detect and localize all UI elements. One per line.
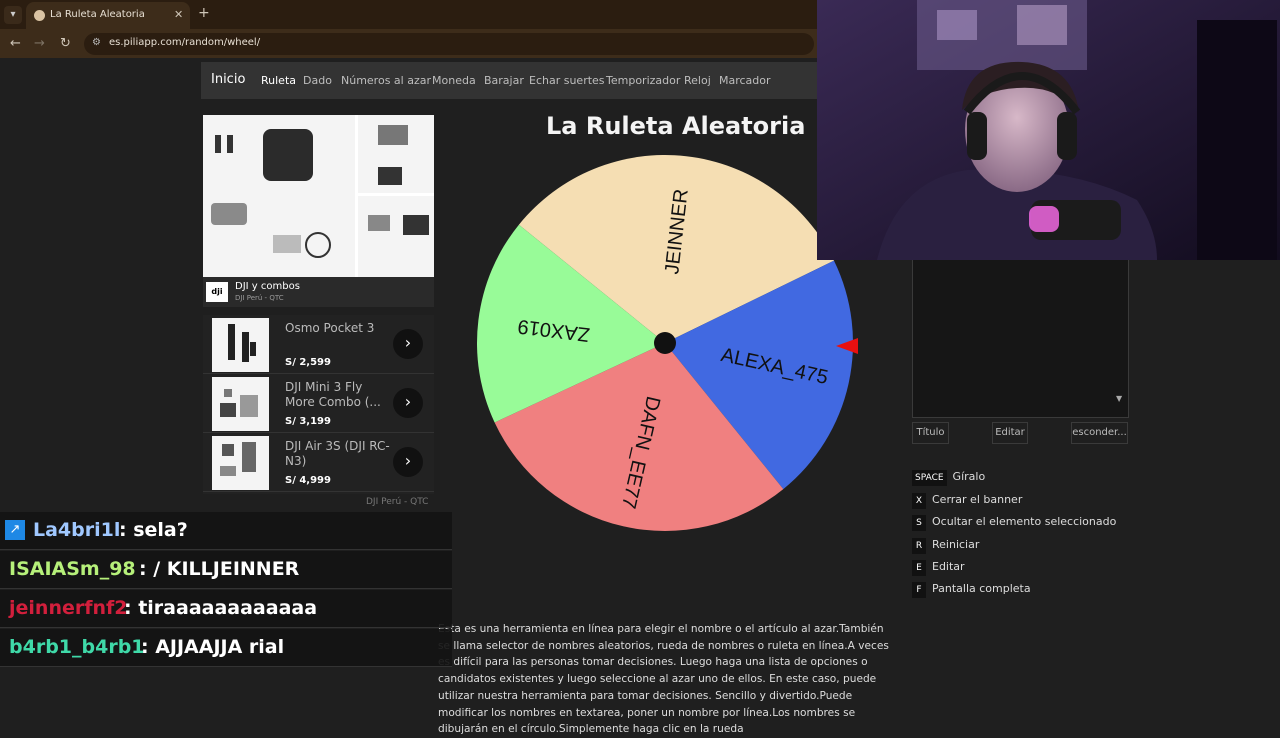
url-field[interactable]: ⚙ es.piliapp.com/random/wheel/ <box>84 33 814 55</box>
ad-product-item[interactable]: DJI Mini 3 Fly More Combo (... S/ 3,199 … <box>203 374 434 433</box>
nav-link-temporizador[interactable]: Temporizador <box>606 74 680 87</box>
badge-icon: ↗ <box>5 520 25 540</box>
shortcut-label: Ocultar el elemento seleccionado <box>932 515 1117 528</box>
ad-brand-row[interactable]: dji DJI y combos DJI Perú - QTC <box>203 277 434 307</box>
nav-link-ruleta[interactable]: Ruleta <box>261 74 296 87</box>
shortcut-reset[interactable]: R Reiniciar <box>912 538 979 556</box>
nav-link-marcador[interactable]: Marcador <box>719 74 771 87</box>
key-badge: S <box>912 515 926 531</box>
key-badge: F <box>912 582 926 598</box>
tab-title: La Ruleta Aleatoria <box>50 9 145 20</box>
chat-text: : AJJAAJJA rial <box>141 636 285 658</box>
product-name: Osmo Pocket 3 <box>285 321 375 335</box>
chat-text: : tiraaaaaaaaaaaa <box>124 597 318 619</box>
edit-button[interactable]: Editar <box>992 422 1028 444</box>
back-icon[interactable]: ← <box>10 36 21 51</box>
chat-text: : / KILLJEINNER <box>139 558 300 580</box>
shortcut-label: Gíralo <box>952 470 986 483</box>
ad-brand-name: DJI y combos <box>235 281 300 292</box>
wheel-pointer-icon <box>836 338 858 354</box>
browser-tab[interactable]: La Ruleta Aleatoria ✕ <box>26 2 190 29</box>
site-info-icon[interactable]: ⚙ <box>92 37 104 49</box>
title-button[interactable]: Título <box>912 422 949 444</box>
shortcut-edit[interactable]: E Editar <box>912 560 965 578</box>
nav-link-reloj[interactable]: Reloj <box>684 74 711 87</box>
chat-username: La4bri1l <box>33 519 121 541</box>
key-badge: R <box>912 538 926 554</box>
chat-text: : sela? <box>119 519 188 541</box>
close-tab-icon[interactable]: ✕ <box>174 8 183 21</box>
key-badge: X <box>912 493 926 509</box>
names-textarea[interactable] <box>912 258 1129 418</box>
nav-link-barajar[interactable]: Barajar <box>484 74 524 87</box>
dji-logo: dji <box>206 282 228 302</box>
shortcut-fullscreen[interactable]: F Pantalla completa <box>912 582 1031 600</box>
product-price: S/ 4,999 <box>285 475 331 486</box>
nav-home-link[interactable]: Inicio <box>211 72 245 87</box>
ad-product-list: Osmo Pocket 3 S/ 2,599 › DJI Mini 3 Fly … <box>203 315 434 494</box>
product-price: S/ 3,199 <box>285 416 331 427</box>
ad-product-item[interactable]: Osmo Pocket 3 S/ 2,599 › <box>203 315 434 374</box>
ad-footer-text: DJI Perú - QTC <box>366 497 429 507</box>
drone-products-image <box>203 115 434 277</box>
roulette-wheel[interactable]: JEINNERALEXA_475DAFN_EE77ZAX019 <box>477 155 853 531</box>
streamer-camera-image <box>817 0 1280 260</box>
product-name: DJI Mini 3 Fly More Combo (... <box>285 380 381 409</box>
product-image <box>212 377 269 431</box>
chat-message: ↗ La4bri1l : sela? <box>0 512 452 550</box>
shortcut-label: Editar <box>932 560 965 573</box>
stream-chat-overlay: ↗ La4bri1l : sela? ISAIASm_98 : / KILLJE… <box>0 512 452 668</box>
product-name: DJI Air 3S (DJI RC-N3) <box>285 439 390 468</box>
shortcut-label: Pantalla completa <box>932 582 1031 595</box>
site-nav: Inicio Ruleta Dado Números al azar Moned… <box>201 62 818 99</box>
shortcut-spin[interactable]: SPACE Gíralo <box>912 470 985 488</box>
nav-link-echar-suertes[interactable]: Echar suertes <box>529 74 605 87</box>
product-image <box>212 436 269 490</box>
url-text: es.piliapp.com/random/wheel/ <box>109 37 261 48</box>
wheel-hub <box>654 332 676 354</box>
webcam-overlay <box>817 0 1280 260</box>
favicon-icon <box>34 10 45 21</box>
product-image <box>212 318 269 372</box>
shortcut-label: Cerrar el banner <box>932 493 1023 506</box>
chevron-right-icon[interactable]: › <box>393 388 423 418</box>
wheel-title: La Ruleta Aleatoria <box>546 112 806 140</box>
ad-brand-subtitle: DJI Perú - QTC <box>235 294 284 302</box>
ad-product-item[interactable]: DJI Air 3S (DJI RC-N3) S/ 4,999 › <box>203 433 434 492</box>
scroll-down-icon[interactable]: ▼ <box>1116 394 1122 403</box>
reload-icon[interactable]: ↻ <box>60 36 71 51</box>
ad-banner-image[interactable] <box>203 115 434 277</box>
chat-username: ISAIASm_98 <box>9 558 136 580</box>
chat-message: ISAIASm_98 : / KILLJEINNER <box>0 551 452 589</box>
chevron-right-icon[interactable]: › <box>393 447 423 477</box>
shortcut-hide-selected[interactable]: S Ocultar el elemento seleccionado <box>912 515 1116 533</box>
shortcut-close-banner[interactable]: X Cerrar el banner <box>912 493 1022 511</box>
nav-link-numeros[interactable]: Números al azar <box>341 74 431 87</box>
nav-link-moneda[interactable]: Moneda <box>432 74 476 87</box>
chat-message: b4rb1_b4rb1 : AJJAAJJA rial <box>0 629 452 667</box>
product-price: S/ 2,599 <box>285 357 331 368</box>
shortcut-label: Reiniciar <box>932 538 980 551</box>
tab-list-button[interactable]: ▾ <box>4 6 22 24</box>
browser-tab-bar: ▾ La Ruleta Aleatoria ✕ + <box>0 0 820 29</box>
hide-button[interactable]: esconder... <box>1071 422 1128 444</box>
address-bar: ← → ↻ ⚙ es.piliapp.com/random/wheel/ <box>0 29 820 58</box>
chat-username: jeinnerfnf2 <box>9 597 128 619</box>
nav-link-dado[interactable]: Dado <box>303 74 332 87</box>
key-badge: SPACE <box>912 470 947 486</box>
description-text: Esta es una herramienta en línea para el… <box>438 623 889 736</box>
new-tab-button[interactable]: + <box>198 5 210 21</box>
key-badge: E <box>912 560 926 576</box>
forward-icon[interactable]: → <box>34 36 45 51</box>
chat-message: jeinnerfnf2 : tiraaaaaaaaaaaa <box>0 590 452 628</box>
chevron-right-icon[interactable]: › <box>393 329 423 359</box>
chat-username: b4rb1_b4rb1 <box>9 636 145 658</box>
